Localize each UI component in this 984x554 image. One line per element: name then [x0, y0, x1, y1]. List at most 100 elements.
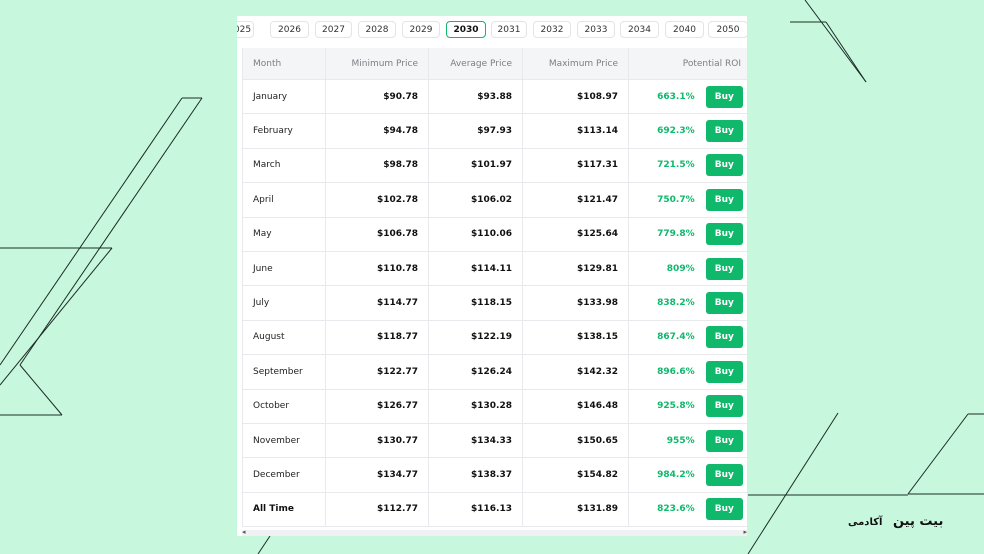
- month-cell: July: [243, 286, 326, 320]
- header-avg-price: Average Price: [429, 48, 523, 79]
- roi-value: 663.1%: [657, 91, 695, 102]
- year-tab-2029[interactable]: 2029: [402, 21, 440, 38]
- month-cell: May: [243, 217, 326, 251]
- roi-cell: 809% Buy: [629, 252, 747, 285]
- year-tab-2031[interactable]: 2031: [491, 21, 527, 38]
- buy-button[interactable]: Buy: [705, 292, 743, 315]
- month-label: May: [253, 229, 272, 240]
- max-price-cell: $125.64: [523, 217, 629, 251]
- scroll-left-icon[interactable]: ◂: [242, 528, 246, 536]
- month-label: April: [253, 194, 274, 205]
- avg-price-cell: $138.37: [429, 458, 523, 492]
- year-tab-2040[interactable]: 2040: [665, 21, 704, 38]
- table-row: All Time $112.77 $116.13 $131.89 823.6% Buy: [243, 492, 747, 528]
- avg-price-cell: $122.19: [429, 320, 523, 355]
- year-tab-2028[interactable]: 2028: [358, 21, 396, 38]
- month-cell: October: [243, 389, 326, 423]
- max-price-cell: $133.98: [523, 286, 629, 320]
- roi-value: 721.5%: [657, 160, 695, 171]
- roi-cell: 663.1% Buy: [629, 80, 747, 113]
- table-row: December $134.77 $138.37 $154.82 984.2% Buy: [243, 458, 747, 493]
- buy-button[interactable]: Buy: [705, 326, 743, 349]
- buy-button[interactable]: Buy: [705, 463, 743, 486]
- roi-cell: 984.2% Buy: [629, 458, 747, 491]
- roi-value: 823.6%: [657, 504, 695, 515]
- year-tab-2034[interactable]: 2034: [620, 21, 659, 38]
- min-price-cell: $118.77: [326, 320, 429, 355]
- min-price-cell: $106.78: [326, 217, 429, 251]
- buy-button[interactable]: Buy: [705, 498, 743, 521]
- month-label: June: [253, 263, 273, 274]
- table-row: January $90.78 $93.88 $108.97 663.1% Buy: [243, 80, 747, 115]
- scroll-right-icon[interactable]: ▸: [743, 528, 747, 536]
- month-label: August: [253, 332, 285, 343]
- buy-button[interactable]: Buy: [705, 360, 743, 383]
- max-price-cell: $131.89: [523, 492, 629, 527]
- min-price-cell: $126.77: [326, 389, 429, 423]
- buy-button[interactable]: Buy: [705, 223, 743, 246]
- avg-price-cell: $130.28: [429, 389, 523, 423]
- month-label: February: [253, 126, 293, 137]
- max-price-cell: $142.32: [523, 355, 629, 389]
- roi-value: 984.2%: [657, 469, 695, 480]
- year-tab-2027[interactable]: 2027: [315, 21, 352, 38]
- year-tab-2030[interactable]: 2030: [446, 21, 486, 38]
- month-cell: August: [243, 320, 326, 355]
- header-max-price: Maximum Price: [523, 48, 629, 79]
- month-label: September: [253, 366, 303, 377]
- header-roi: Potential ROI: [682, 58, 741, 69]
- roi-cell: 925.8% Buy: [629, 390, 747, 423]
- max-price-cell: $113.14: [523, 114, 629, 148]
- min-price-cell: $110.78: [326, 251, 429, 286]
- price-table: Month Minimum Price Average Price Maximu…: [242, 48, 747, 528]
- roi-value: 809%: [666, 263, 695, 274]
- buy-button[interactable]: Buy: [705, 120, 743, 143]
- roi-cell: 692.3% Buy: [629, 114, 747, 147]
- roi-cell: 779.8% Buy: [629, 218, 747, 251]
- min-price-cell: $90.78: [326, 80, 429, 114]
- min-price-cell: $102.78: [326, 183, 429, 217]
- buy-button[interactable]: Buy: [705, 188, 743, 211]
- year-tab-2026[interactable]: 2026: [270, 21, 309, 38]
- max-price-cell: $150.65: [523, 423, 629, 458]
- month-cell: February: [243, 114, 326, 148]
- brand-sub: آکادمی: [848, 517, 883, 528]
- avg-price-cell: $106.02: [429, 183, 523, 217]
- table-row: June $110.78 $114.11 $129.81 809% Buy: [243, 251, 747, 287]
- roi-cell: 867.4% Buy: [629, 321, 747, 354]
- year-tab-025[interactable]: 025: [237, 21, 254, 38]
- avg-price-cell: $126.24: [429, 355, 523, 389]
- month-label: October: [253, 401, 290, 412]
- buy-button[interactable]: Buy: [705, 257, 743, 280]
- max-price-cell: $146.48: [523, 389, 629, 423]
- price-prediction-panel: 025 2026 2027 2028 2029 2030 2031 2032 2033 2034 2…: [237, 16, 747, 536]
- min-price-cell: $114.77: [326, 286, 429, 320]
- horizontal-scrollbar[interactable]: ◂ ▸: [242, 528, 747, 536]
- brand-logo: بیت پین آکادمی: [848, 514, 968, 536]
- year-tab-2033[interactable]: 2033: [577, 21, 615, 38]
- month-label: November: [253, 435, 300, 446]
- month-cell: March: [243, 148, 326, 183]
- min-price-cell: $130.77: [326, 423, 429, 458]
- roi-value: 779.8%: [657, 229, 695, 240]
- avg-price-cell: $134.33: [429, 423, 523, 458]
- roi-value: 867.4%: [657, 332, 695, 343]
- month-cell: All Time: [243, 492, 326, 527]
- avg-price-cell: $110.06: [429, 217, 523, 251]
- table-row: September $122.77 $126.24 $142.32 896.6% Buy: [243, 355, 747, 390]
- min-price-cell: $98.78: [326, 148, 429, 183]
- buy-button[interactable]: Buy: [705, 429, 743, 452]
- avg-price-cell: $118.15: [429, 286, 523, 320]
- buy-button[interactable]: Buy: [705, 395, 743, 418]
- roi-value: 955%: [666, 435, 695, 446]
- year-tab-2032[interactable]: 2032: [533, 21, 571, 38]
- brand-name: بیت پین: [892, 514, 944, 529]
- year-tab-2050[interactable]: 2050: [708, 21, 747, 38]
- month-cell: September: [243, 355, 326, 389]
- avg-price-cell: $101.97: [429, 148, 523, 183]
- buy-button[interactable]: Buy: [705, 154, 743, 177]
- table-row: October $126.77 $130.28 $146.48 925.8% Buy: [243, 389, 747, 424]
- table-row: May $106.78 $110.06 $125.64 779.8% Buy: [243, 217, 747, 252]
- roi-cell: 838.2% Buy: [629, 286, 747, 319]
- buy-button[interactable]: Buy: [705, 85, 743, 108]
